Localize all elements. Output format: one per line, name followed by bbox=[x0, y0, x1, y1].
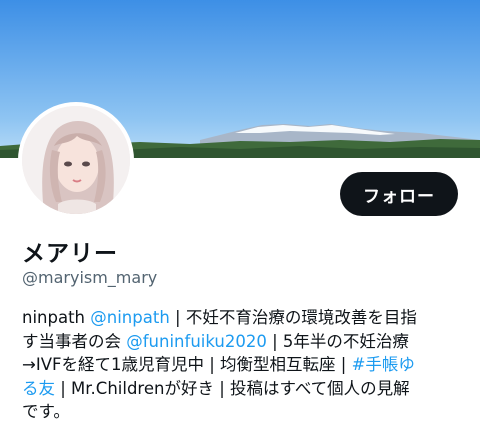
bio-line-1: ninpath @ninpath | 不妊不育治療の環境改善を目指 bbox=[22, 306, 462, 330]
profile-bio: ninpath @ninpath | 不妊不育治療の環境改善を目指 す当事者の会… bbox=[22, 306, 462, 424]
hashtag-link-part-2[interactable]: る友 bbox=[22, 379, 55, 398]
mention-link-funinfuiku2020[interactable]: @funinfuiku2020 bbox=[126, 332, 267, 351]
bio-line-3: →IVFを経て1歳児育児中 | 均衡型相互転座 | #手帳ゆ bbox=[22, 353, 462, 377]
profile-avatar[interactable] bbox=[18, 102, 134, 218]
bio-text: →IVFを経て1歳児育児中 | 均衡型相互転座 | bbox=[22, 355, 352, 374]
avatar-illustration bbox=[22, 106, 130, 214]
bio-text: です。 bbox=[22, 402, 70, 421]
bio-text: | Mr.Childrenが好き | 投稿はすべて個人の見解 bbox=[55, 378, 410, 398]
hashtag-link-part-1[interactable]: #手帳ゆ bbox=[352, 355, 415, 374]
bio-line-4: る友 | Mr.Childrenが好き | 投稿はすべて個人の見解 bbox=[22, 377, 462, 401]
bio-text: | 不妊不育治療の環境改善を目指 bbox=[169, 308, 417, 327]
mention-link-ninpath[interactable]: @ninpath bbox=[90, 308, 170, 327]
bio-text: ninpath bbox=[22, 308, 91, 327]
user-handle: @maryism_mary bbox=[22, 268, 158, 287]
bio-text: | 5年半の不妊治療 bbox=[266, 331, 409, 351]
follow-button[interactable]: フォロー bbox=[340, 172, 458, 216]
bio-line-5: です。 bbox=[22, 400, 462, 424]
bio-line-2: す当事者の会 @funinfuiku2020 | 5年半の不妊治療 bbox=[22, 330, 462, 354]
bio-text: す当事者の会 bbox=[22, 331, 127, 351]
display-name: メアリー bbox=[22, 241, 118, 267]
